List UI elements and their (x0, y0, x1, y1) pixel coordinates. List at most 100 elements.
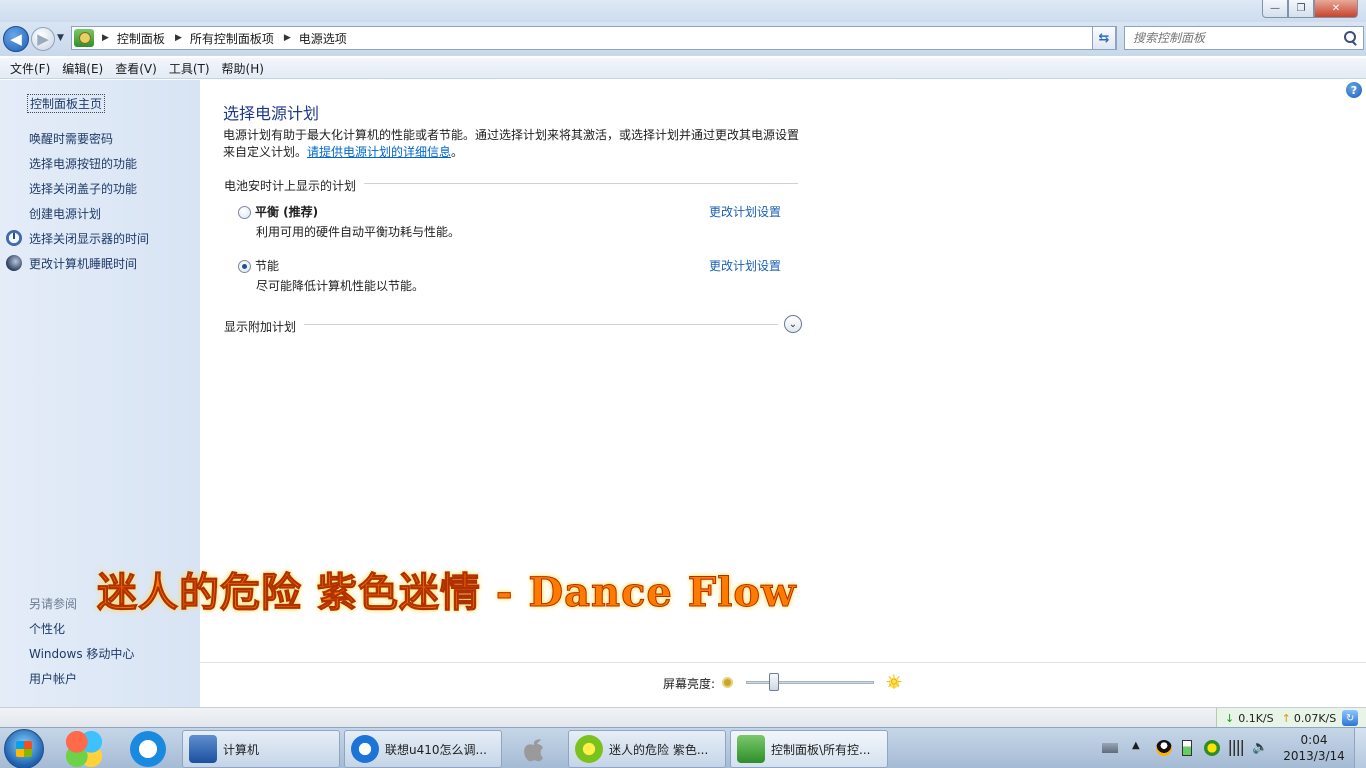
menu-tools[interactable]: 工具(T) (163, 58, 216, 79)
plan-power-saver-change-link[interactable]: 更改计划设置 (709, 257, 781, 274)
sidebar-link-wake-password[interactable]: 唤醒时需要密码 (29, 130, 113, 147)
taskbar-clock[interactable]: 0:04 2013/3/14 (1280, 732, 1348, 764)
pinned-app-icon[interactable] (66, 731, 102, 767)
minimize-button[interactable]: — (1262, 0, 1288, 18)
clock-date: 2013/3/14 (1283, 749, 1345, 763)
status-bar: ↓ 0.1K/S ↑ 0.07K/S ↻ (0, 707, 1366, 728)
description-line-2: 来自定义计划。 (223, 145, 308, 159)
breadcrumb-arrow-icon[interactable]: ▶ (175, 33, 182, 43)
page-description: 电源计划有助于最大化计算机的性能或者节能。通过选择计划来将其激活，或选择计划并通… (223, 127, 813, 161)
extra-plans-divider (224, 324, 778, 325)
search-input[interactable] (1125, 31, 1341, 45)
plan-power-saver-radio[interactable] (238, 260, 251, 273)
upload-speed: 0.07K/S (1293, 711, 1337, 725)
keyboard-icon[interactable] (1102, 743, 1118, 753)
see-also-user-accounts[interactable]: 用户帐户 (29, 670, 77, 687)
show-desktop-button[interactable] (1354, 728, 1366, 768)
control-panel-icon (74, 29, 94, 47)
plans-group-label: 电池安时计上显示的计划 (224, 177, 365, 194)
qq-icon[interactable] (1156, 740, 1172, 756)
task-label: 迷人的危险 紫色... (609, 742, 709, 757)
brightness-bar: 屏幕亮度: (200, 662, 1366, 707)
sidebar-link-lid-close[interactable]: 选择关闭盖子的功能 (29, 180, 137, 197)
menu-bar: 文件(F) 编辑(E) 查看(V) 工具(T) 帮助(H) (0, 58, 1366, 79)
dim-sun-icon (722, 677, 733, 688)
music-player-icon (575, 735, 603, 763)
show-hidden-icons-icon[interactable]: ▲ (1132, 740, 1148, 756)
breadcrumb-arrow-icon[interactable]: ▶ (284, 33, 291, 43)
address-bar[interactable]: ▶ 控制面板 ▶ 所有控制面板项 ▶ 电源选项 ▼ (71, 26, 1117, 50)
breadcrumb-arrow-icon[interactable]: ▶ (102, 33, 109, 43)
help-icon[interactable]: ? (1346, 82, 1362, 98)
brightness-slider-track[interactable] (746, 681, 874, 684)
control-panel-home-link[interactable]: 控制面板主页 (27, 94, 106, 113)
clock-time: 0:04 (1300, 733, 1328, 747)
sogou-icon[interactable] (130, 731, 166, 767)
sidebar-link-create-plan[interactable]: 创建电源计划 (29, 205, 101, 222)
back-button[interactable]: ◀ (3, 26, 29, 52)
sidebar-link-sleep[interactable]: 更改计算机睡眠时间 (29, 255, 137, 272)
security-icon[interactable] (1204, 740, 1220, 756)
task-label: 联想u410怎么调... (385, 742, 487, 757)
see-also-mobility-center[interactable]: Windows 移动中心 (29, 645, 134, 662)
wifi-signal-icon[interactable] (1228, 740, 1244, 756)
show-additional-plans-label[interactable]: 显示附加计划 (224, 318, 305, 335)
address-row: ◀ ▶ ▼ ▶ 控制面板 ▶ 所有控制面板项 ▶ 电源选项 ▼ ⇆ (0, 22, 1366, 56)
breadcrumb-all-items[interactable]: 所有控制面板项 (188, 28, 276, 49)
plan-balanced-change-link[interactable]: 更改计划设置 (709, 203, 781, 220)
download-arrow-icon: ↓ (1225, 711, 1235, 725)
control-panel-icon (737, 735, 765, 763)
maximize-button[interactable]: ❐ (1288, 0, 1314, 18)
menu-help[interactable]: 帮助(H) (216, 58, 270, 79)
apple-icon[interactable] (518, 733, 550, 765)
see-also-personalization[interactable]: 个性化 (29, 620, 65, 637)
page-title: 选择电源计划 (223, 104, 320, 123)
menu-edit[interactable]: 编辑(E) (56, 58, 109, 79)
plan-balanced-radio[interactable] (238, 206, 251, 219)
description-end: 。 (451, 145, 464, 159)
plan-power-saver-desc: 尽可能降低计算机性能以节能。 (256, 279, 425, 293)
sidebar-link-display-off[interactable]: 选择关闭显示器的时间 (29, 230, 149, 247)
bright-sun-icon (885, 670, 903, 694)
clock-icon (6, 230, 22, 246)
moon-icon (6, 255, 22, 271)
computer-icon (189, 735, 217, 763)
task-label: 计算机 (223, 742, 260, 757)
forward-button[interactable]: ▶ (31, 27, 55, 51)
battery-icon[interactable] (1182, 740, 1192, 756)
close-button[interactable]: ✕ (1314, 0, 1358, 18)
recent-pages-dropdown[interactable]: ▼ (57, 33, 64, 43)
start-button[interactable] (4, 729, 44, 768)
network-speed-widget[interactable]: ↓ 0.1K/S ↑ 0.07K/S ↻ (1216, 708, 1366, 728)
ie-icon (351, 735, 379, 763)
breadcrumb-power-options[interactable]: 电源选项 (297, 28, 349, 49)
plan-balanced-desc: 利用可用的硬件自动平衡功耗与性能。 (256, 225, 461, 239)
search-icon[interactable] (1341, 29, 1359, 47)
sidebar-link-power-buttons[interactable]: 选择电源按钮的功能 (29, 155, 137, 172)
taskbar-task-browser[interactable]: 联想u410怎么调... (344, 730, 502, 768)
download-speed: 0.1K/S (1238, 711, 1274, 725)
expand-chevron-icon[interactable]: ⌄ (784, 315, 802, 333)
desktop-lyric-overlay: 迷人的危险 紫色迷情 - Dance Flow (97, 569, 797, 617)
plan-balanced-name[interactable]: 平衡 (推荐) (255, 203, 318, 220)
title-bar: — ❐ ✕ (0, 0, 1366, 22)
task-label: 控制面板\所有控... (771, 742, 871, 757)
description-line-1: 电源计划有助于最大化计算机的性能或者节能。通过选择计划来将其激活，或选择计划并通… (223, 128, 800, 142)
plan-power-saver-name[interactable]: 节能 (255, 257, 279, 274)
taskbar-task-control-panel[interactable]: 控制面板\所有控... (730, 730, 888, 768)
taskbar-task-computer[interactable]: 计算机 (182, 730, 340, 768)
volume-icon[interactable]: 🔈 (1252, 740, 1268, 756)
window-controls: — ❐ ✕ (1262, 0, 1358, 18)
upload-arrow-icon: ↑ (1281, 711, 1291, 725)
plan-details-link[interactable]: 请提供电源计划的详细信息 (307, 145, 451, 159)
taskbar-task-music[interactable]: 迷人的危险 紫色... (568, 730, 726, 768)
network-refresh-icon[interactable]: ↻ (1342, 710, 1359, 726)
brightness-slider-thumb[interactable] (769, 673, 780, 691)
brightness-label: 屏幕亮度: (663, 677, 716, 691)
menu-view[interactable]: 查看(V) (109, 58, 163, 79)
refresh-button[interactable]: ⇆ (1092, 26, 1116, 50)
menu-file[interactable]: 文件(F) (4, 58, 56, 79)
breadcrumb-control-panel[interactable]: 控制面板 (115, 28, 167, 49)
search-box (1124, 26, 1364, 50)
see-also-heading: 另请参阅 (29, 597, 78, 611)
